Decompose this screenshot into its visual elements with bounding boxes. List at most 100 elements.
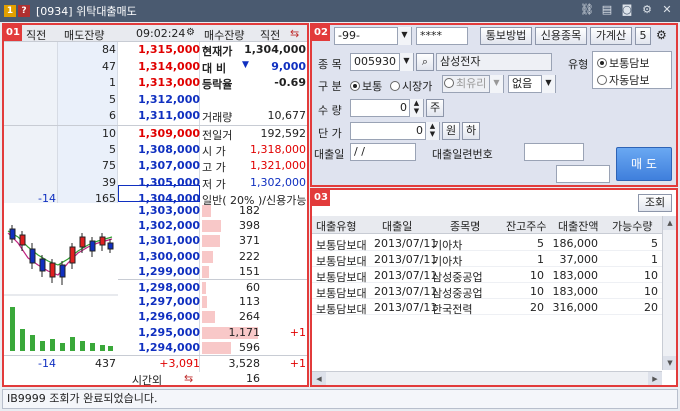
link-icon[interactable]: ⛓ bbox=[580, 3, 594, 17]
table-cell: 20 bbox=[530, 301, 544, 314]
password-field[interactable]: **** bbox=[416, 27, 468, 45]
bid-price[interactable]: 1,298,000 bbox=[120, 281, 200, 294]
kind-option-market[interactable]: 시장가 bbox=[390, 78, 432, 94]
swap-icon[interactable]: ⇆ bbox=[290, 27, 299, 40]
help-badge[interactable]: ? bbox=[18, 5, 30, 17]
notify-method-button[interactable]: 통보방법 bbox=[480, 27, 532, 45]
ask-qty: 10 bbox=[102, 127, 116, 140]
price-unit-button[interactable]: 원 bbox=[442, 122, 460, 140]
bid-price[interactable]: 1,295,000 bbox=[120, 326, 200, 339]
table-cell: 5 bbox=[537, 237, 544, 250]
ask-qty: 84 bbox=[102, 43, 116, 56]
bid-price[interactable]: 1,297,000 bbox=[120, 295, 200, 308]
settings-icon[interactable]: ⚙ bbox=[186, 27, 195, 38]
condition-select[interactable]: 없음 ▼ bbox=[508, 75, 556, 93]
query-button[interactable]: 조회 bbox=[638, 194, 672, 212]
bid-price[interactable]: 1,300,000 bbox=[120, 250, 200, 263]
price-input[interactable]: 0 ▲ ▼ bbox=[350, 122, 440, 140]
ask-price[interactable]: 1,311,000 bbox=[120, 109, 200, 122]
window-title: [0934] 위탁대출매도 bbox=[36, 5, 137, 18]
radio-icon bbox=[390, 81, 400, 91]
settings-icon[interactable]: ⚙ bbox=[656, 28, 667, 42]
loan-serial-input[interactable] bbox=[524, 143, 584, 161]
price-lower-button[interactable]: 하 bbox=[462, 122, 480, 140]
close-icon[interactable]: ✕ bbox=[660, 3, 674, 17]
spinner-icon[interactable]: ▲ ▼ bbox=[425, 122, 439, 140]
col-header: 대출유형 bbox=[316, 220, 357, 233]
table-row[interactable]: 보통담보대 2013/07/11 삼성중공업 10 183,000 10 bbox=[312, 267, 662, 284]
chevron-down-icon[interactable]: ▼ bbox=[399, 53, 413, 71]
info-value: 1,318,000 bbox=[250, 142, 306, 156]
window-list-icon[interactable]: ▤ bbox=[600, 3, 614, 17]
ask-price[interactable]: 1,315,000 bbox=[120, 43, 200, 56]
ask-price[interactable]: 1,313,000 bbox=[120, 76, 200, 89]
info-value: 1,302,000 bbox=[250, 175, 306, 189]
bid-price[interactable]: 1,303,000 bbox=[120, 204, 200, 217]
chevron-down-icon[interactable]: ▼ bbox=[541, 75, 555, 93]
extra-field[interactable] bbox=[556, 165, 610, 183]
ask-price[interactable]: 1,307,000 bbox=[120, 159, 200, 172]
ask-price[interactable]: 1,305,000 bbox=[120, 176, 200, 189]
credit-stock-button[interactable]: 신용종목 bbox=[535, 27, 587, 45]
ask-row[interactable]: 84 1,315,000 현재가 1,304,000 bbox=[4, 42, 307, 59]
ask-price[interactable]: 1,308,000 bbox=[120, 143, 200, 156]
scroll-right-icon[interactable]: ▶ bbox=[648, 372, 662, 385]
info-value: 192,592 bbox=[260, 127, 307, 140]
horizontal-scrollbar[interactable]: ◀ ▶ bbox=[312, 371, 662, 385]
qty-input[interactable]: 0 ▲ ▼ bbox=[350, 99, 424, 117]
calc-button[interactable]: 가계산 bbox=[590, 27, 632, 45]
type-label: 유형 bbox=[568, 58, 589, 71]
kind-option-label: 보통 bbox=[362, 80, 383, 93]
ask-row[interactable]: 10 1,309,000 전일거 192,592 bbox=[4, 125, 307, 142]
bid-price[interactable]: 1,296,000 bbox=[120, 310, 200, 323]
scroll-left-icon[interactable]: ◀ bbox=[312, 372, 326, 385]
qty-label: 수 량 bbox=[318, 104, 342, 117]
ask-price[interactable]: 1,314,000 bbox=[120, 60, 200, 73]
ask-price[interactable]: 1,312,000 bbox=[120, 93, 200, 106]
table-cell: 2013/07/11 bbox=[374, 285, 438, 298]
type-option-normal[interactable]: 보통담보 bbox=[597, 55, 649, 71]
price-label: 단 가 bbox=[318, 127, 342, 140]
scroll-up-icon[interactable]: ▲ bbox=[663, 216, 676, 230]
bid-price[interactable]: 1,299,000 bbox=[120, 265, 200, 278]
stock-code-input[interactable]: 005930 ▼ bbox=[350, 53, 414, 71]
bid-price[interactable]: 1,294,000 bbox=[120, 341, 200, 354]
after-hours-swap-icon[interactable]: ⇆ bbox=[184, 372, 193, 385]
settings-icon[interactable]: ⚙ bbox=[640, 3, 654, 17]
kind-option-normal[interactable]: 보통 bbox=[350, 78, 382, 94]
radio-icon bbox=[444, 78, 454, 88]
vertical-scrollbar[interactable]: ▲ ▼ bbox=[662, 216, 676, 370]
ask-price[interactable]: 1,309,000 bbox=[120, 127, 200, 140]
table-row[interactable]: 보통담보대 2013/07/11 기아차 5 186,000 5 bbox=[312, 235, 662, 252]
after-hours-row: 시간외 ⇆ 16 bbox=[4, 371, 307, 385]
ask-row[interactable]: 47 1,314,000 대 비 9,000 ▼ bbox=[4, 59, 307, 76]
qty-unit-button[interactable]: 주 bbox=[426, 99, 444, 117]
ask-row[interactable]: 6 1,311,000 거래량 10,677 bbox=[4, 108, 307, 125]
account-select[interactable]: -99- ▼ bbox=[334, 27, 412, 45]
ask-row[interactable]: 5 1,308,000 시 가 1,318,000 bbox=[4, 142, 307, 159]
header-prev-left: 직전 bbox=[26, 29, 47, 42]
table-cell: 10 bbox=[530, 269, 544, 282]
spinner-icon[interactable]: ▲ ▼ bbox=[409, 99, 423, 117]
chevron-down-icon[interactable]: ▼ bbox=[397, 27, 411, 45]
table-row[interactable]: 보통담보대 2013/07/11 삼성중공업 10 183,000 10 bbox=[312, 283, 662, 300]
loan-date-input[interactable]: / / bbox=[350, 143, 416, 161]
info-value: 10,677 bbox=[267, 109, 307, 123]
search-icon[interactable]: ⌕ bbox=[416, 53, 434, 71]
five-button[interactable]: 5 bbox=[635, 27, 651, 45]
orderbook-panel: 01 직전 매도잔량 09:02:24 ⚙ 매수잔량 직전 ⇆ 84 1,315,… bbox=[2, 23, 309, 387]
table-row[interactable]: 보통담보대 2013/07/11 한국전력 20 316,000 20 bbox=[312, 299, 662, 316]
screenshot-icon[interactable]: ◙ bbox=[620, 3, 634, 17]
bid-price[interactable]: 1,301,000 bbox=[120, 234, 200, 247]
ask-row[interactable]: 75 1,307,000 고 가 1,321,000 bbox=[4, 158, 307, 175]
type-option-auto[interactable]: 자동담보 bbox=[597, 72, 649, 88]
ask-qty: 1 bbox=[109, 76, 116, 90]
account-value: -99- bbox=[338, 29, 360, 42]
ask-row[interactable]: 5 1,312,000 bbox=[4, 92, 307, 109]
bid-price[interactable]: 1,302,000 bbox=[120, 219, 200, 232]
table-row[interactable]: 보통담보대 2013/07/11 기아차 1 37,000 1 bbox=[312, 251, 662, 268]
sell-button[interactable]: 매 도 bbox=[616, 147, 672, 181]
ask-row[interactable]: 39 1,305,000 저 가 1,302,000 bbox=[4, 175, 307, 192]
ask-row[interactable]: 1 1,313,000 등락율 -0.69 bbox=[4, 75, 307, 92]
scroll-down-icon[interactable]: ▼ bbox=[663, 356, 676, 370]
